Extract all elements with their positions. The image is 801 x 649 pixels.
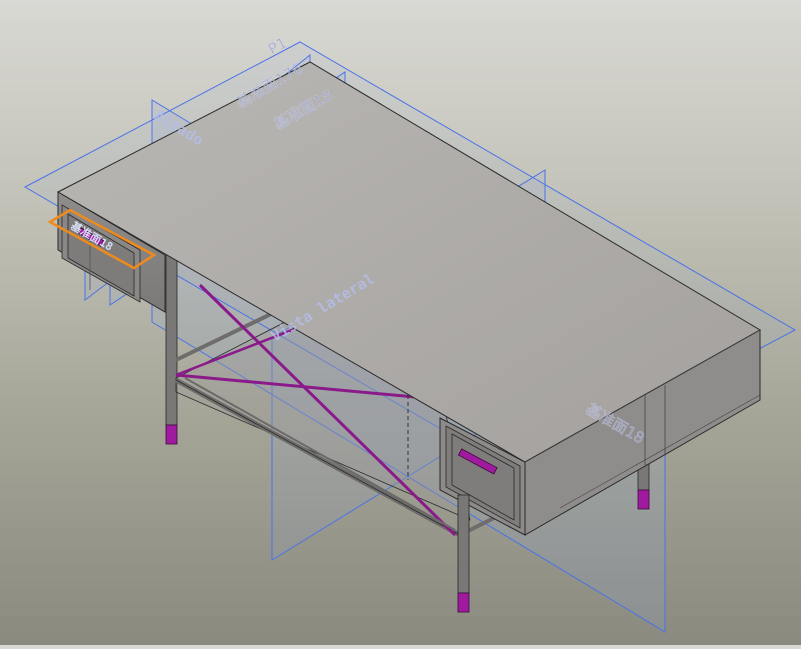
leg-front[interactable] [457,494,470,613]
model-canvas[interactable]: 基准面18 基准面176 基准面18 P1 Alzado Vista later… [0,0,801,645]
cad-3d-viewport[interactable]: 基准面18 基准面176 基准面18 P1 Alzado Vista later… [0,0,801,645]
